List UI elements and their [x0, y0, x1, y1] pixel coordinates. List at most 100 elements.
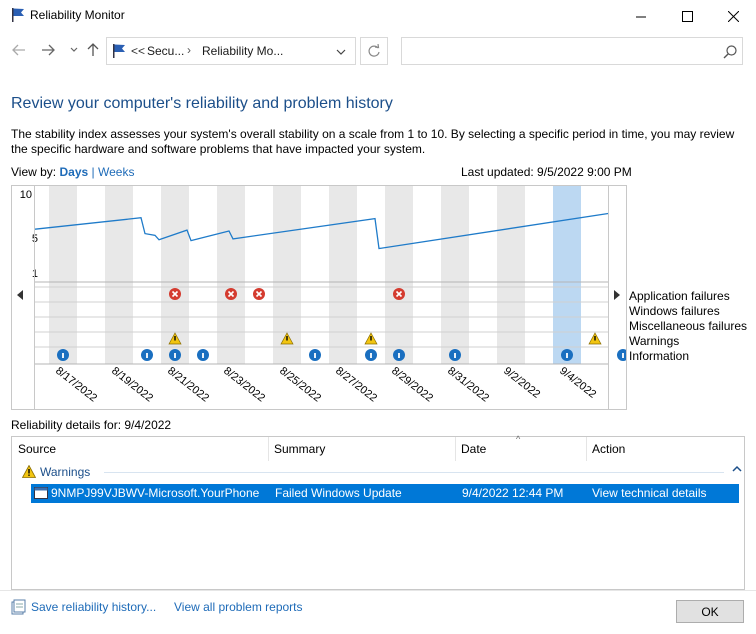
warning-mark	[174, 336, 176, 341]
weeks-link[interactable]: Weeks	[98, 165, 134, 179]
up-button[interactable]	[83, 40, 103, 60]
warning-mark	[370, 336, 372, 341]
save-report-icon	[11, 599, 26, 615]
days-link[interactable]: Days	[59, 165, 88, 179]
search-input[interactable]	[401, 37, 743, 65]
back-button[interactable]	[9, 40, 29, 60]
row-label-windows-failures: Windows failures	[629, 304, 720, 318]
warning-mark	[594, 336, 596, 341]
row-summary: Failed Windows Update	[275, 486, 402, 500]
info-mark	[202, 353, 204, 358]
chevron-down-icon[interactable]	[333, 44, 349, 60]
info-mark	[174, 353, 176, 358]
forward-button[interactable]	[38, 40, 58, 60]
last-updated: Last updated: 9/5/2022 9:00 PM	[461, 165, 632, 179]
warning-mark	[286, 336, 288, 341]
column-header-action[interactable]: Action	[592, 442, 625, 456]
view-by-control: View by: Days | Weeks	[11, 165, 134, 179]
details-label: Reliability details for: 9/4/2022	[11, 418, 172, 432]
info-mark	[370, 353, 372, 358]
stability-chart-svg: 10518/17/2022 8/19/2022 8/21/2022 8/23/2022…	[20, 186, 626, 405]
title-bar: Reliability Monitor	[0, 0, 756, 32]
search-icon	[723, 45, 737, 59]
scroll-right-icon[interactable]	[613, 290, 621, 300]
group-label: Warnings	[40, 465, 91, 479]
save-reliability-history-link[interactable]: Save reliability history...	[31, 600, 156, 614]
row-date: 9/4/2022 12:44 PM	[462, 486, 564, 500]
chevron-down-icon	[70, 47, 78, 52]
chevron-right-icon: ›	[187, 43, 191, 57]
info-mark	[146, 353, 148, 358]
column-header-summary[interactable]: Summary	[274, 442, 325, 456]
day-column-shade	[329, 186, 357, 364]
x-tick-label: 8/17/2022	[53, 365, 99, 405]
application-icon	[34, 487, 48, 499]
collapse-chevron-icon[interactable]	[732, 464, 742, 474]
breadcrumb-overflow[interactable]: <<	[131, 44, 145, 58]
x-tick-label: 9/2/2022	[501, 365, 542, 401]
view-technical-details-link[interactable]: View technical details	[592, 486, 707, 500]
view-by-separator: |	[91, 165, 95, 179]
x-tick-label: 8/27/2022	[333, 365, 379, 405]
breadcrumb-reliability-monitor[interactable]: Reliability Mo...	[202, 44, 283, 58]
back-arrow-icon	[12, 44, 25, 56]
scroll-left-icon[interactable]	[17, 290, 25, 300]
close-button[interactable]	[710, 0, 756, 32]
selected-day-column	[553, 186, 581, 364]
column-header-date[interactable]: Date	[461, 442, 486, 456]
breadcrumb-security[interactable]: Secu...	[147, 44, 184, 58]
up-arrow-icon	[87, 43, 99, 56]
stability-chart[interactable]: 10 5 1 8/17/2022 8/19/2022 8/21/2022 8/23/2022…	[11, 185, 627, 410]
x-tick-label: 8/19/2022	[109, 365, 155, 405]
minimize-icon	[635, 16, 646, 17]
window-title: Reliability Monitor	[30, 8, 125, 22]
page-description: The stability index assesses your system…	[11, 127, 735, 156]
page-title: Review your computer's reliability and p…	[11, 95, 393, 112]
forward-arrow-icon	[42, 44, 55, 56]
day-column-shade	[217, 186, 245, 364]
refresh-button[interactable]	[360, 37, 388, 65]
refresh-icon	[368, 44, 380, 57]
group-header-warnings[interactable]: Warnings	[20, 463, 742, 481]
x-tick-label: 8/21/2022	[165, 365, 211, 405]
info-mark	[314, 353, 316, 358]
x-tick-label: 9/4/2022	[557, 365, 598, 401]
reliability-flag-icon	[113, 44, 125, 58]
row-source: 9NMPJ99VJBWV-Microsoft.YourPhone	[51, 486, 260, 500]
day-column-shade	[105, 186, 133, 364]
sort-indicator-icon: ^	[516, 434, 521, 444]
column-divider[interactable]	[268, 437, 269, 461]
maximize-icon	[681, 10, 693, 22]
column-divider[interactable]	[586, 437, 587, 461]
x-tick-label: 8/29/2022	[389, 365, 435, 405]
recent-locations-button[interactable]	[64, 40, 84, 60]
maximize-button[interactable]	[664, 0, 710, 32]
row-label-information: Information	[629, 349, 690, 363]
view-all-problem-reports-link[interactable]: View all problem reports	[174, 600, 303, 614]
close-icon	[727, 10, 739, 22]
day-column-shade	[441, 186, 469, 364]
info-mark	[398, 353, 400, 358]
day-column-shade	[497, 186, 525, 364]
x-tick-label: 8/23/2022	[221, 365, 267, 405]
day-column-shade	[385, 186, 413, 364]
footer-divider	[0, 590, 756, 591]
info-mark	[566, 353, 568, 358]
row-label-application-failures: Application failures	[629, 289, 730, 303]
info-mark	[454, 353, 456, 358]
details-table: Source Summary Date ^ Action Warnings 9N…	[11, 434, 745, 590]
view-by-label: View by:	[11, 165, 57, 179]
address-bar[interactable]: << Secu... › Reliability Mo...	[106, 37, 356, 65]
reliability-flag-icon	[12, 8, 24, 22]
row-label-miscellaneous-failures: Miscellaneous failures	[629, 319, 748, 333]
info-mark	[62, 353, 64, 358]
ok-button[interactable]: OK	[676, 600, 744, 623]
column-divider[interactable]	[455, 437, 456, 461]
column-header-source[interactable]: Source	[18, 442, 56, 456]
minimize-button[interactable]	[618, 0, 664, 32]
warning-icon	[22, 465, 36, 478]
table-row[interactable]: 9NMPJ99VJBWV-Microsoft.YourPhone Failed …	[31, 484, 739, 503]
row-label-warnings: Warnings	[629, 334, 680, 348]
group-divider	[104, 472, 724, 473]
x-tick-label: 8/31/2022	[445, 365, 491, 405]
